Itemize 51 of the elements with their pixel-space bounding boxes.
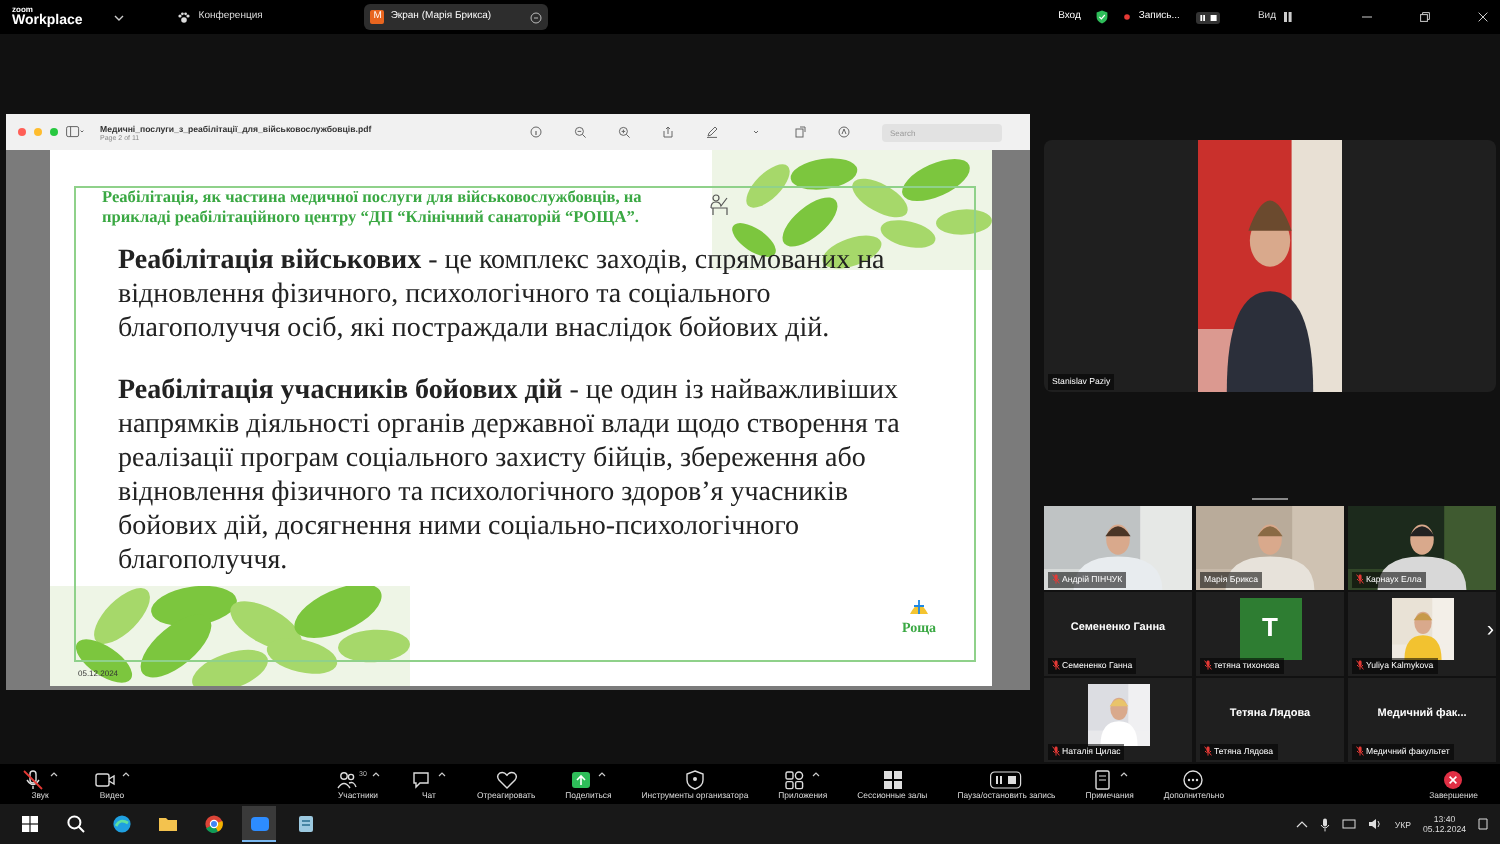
- search-icon[interactable]: [65, 814, 85, 834]
- caret-up-icon[interactable]: [1296, 820, 1309, 828]
- edge-browser-icon[interactable]: [111, 814, 131, 834]
- caret-up-icon[interactable]: [122, 769, 130, 777]
- minimize-icon[interactable]: [1362, 12, 1372, 22]
- more-icon: [1182, 769, 1205, 789]
- folder-icon[interactable]: [157, 814, 177, 834]
- paw-icon: [178, 11, 191, 23]
- windows-start-icon[interactable]: [19, 814, 39, 834]
- caret-up-icon[interactable]: [812, 769, 821, 777]
- sidebar-icon[interactable]: [66, 126, 84, 138]
- shield-check-icon: [1096, 10, 1109, 24]
- pause-stop-icon: [990, 769, 1023, 789]
- annotate-icon[interactable]: [838, 126, 850, 138]
- grid-icon: [1284, 12, 1292, 22]
- apps-icon: [784, 769, 807, 789]
- pause-stop-icon[interactable]: [1195, 11, 1220, 23]
- markup-pen-icon[interactable]: [706, 126, 718, 138]
- caret-up-icon[interactable]: [598, 769, 607, 777]
- shield-icon: [683, 769, 706, 789]
- slide-paragraph: Реабілітація учасників бойових дій - це один із найважливіших напрямків діяльності органів державної влади щодо створення та реалізації програм соціального захисту бійців, збереження або відновлення фізичного та психологічного здоров’я учасників бойових дій, досягнення ними соціально-психологічного благополуччя.: [118, 374, 902, 578]
- notes-icon: [1091, 769, 1114, 789]
- restore-icon[interactable]: [1420, 12, 1430, 22]
- zoom-in-icon[interactable]: [618, 126, 630, 138]
- heart-icon: [495, 769, 518, 789]
- slide-title: Реабілітація, як частина медичної послуги для військовослужбовців, на прикладі реабілітаційного центру “ДП “Клінічний санаторій “РОЩА”.: [102, 188, 644, 228]
- caret-down-icon[interactable]: [114, 13, 125, 21]
- zoom-out-icon[interactable]: [574, 126, 586, 138]
- caret-up-icon[interactable]: [372, 769, 381, 777]
- end-call-icon: [1442, 769, 1465, 789]
- people-icon: [335, 769, 358, 789]
- next-page-button[interactable]: ›: [1486, 620, 1494, 642]
- caret-up-icon[interactable]: [50, 769, 58, 777]
- teacher-icon: [710, 194, 728, 216]
- volume-icon[interactable]: [1368, 818, 1383, 830]
- sanatorium-logo-icon: [907, 597, 930, 616]
- chat-icon: [410, 769, 433, 789]
- info-icon[interactable]: [530, 126, 542, 138]
- grid-icon: [881, 769, 904, 789]
- close-icon[interactable]: [1478, 12, 1488, 22]
- recording-dot-icon: [1124, 14, 1131, 20]
- share-screen-icon: [570, 769, 593, 789]
- video-camera-icon: [94, 769, 116, 789]
- caret-up-icon[interactable]: [1119, 769, 1128, 777]
- microphone-icon[interactable]: [1320, 817, 1331, 831]
- app-icon[interactable]: [295, 814, 315, 834]
- caret-up-icon[interactable]: [438, 769, 447, 777]
- rotate-icon[interactable]: [794, 126, 806, 138]
- avatar: T: [1239, 597, 1301, 659]
- share-icon[interactable]: [662, 126, 674, 138]
- chrome-icon[interactable]: [203, 814, 223, 834]
